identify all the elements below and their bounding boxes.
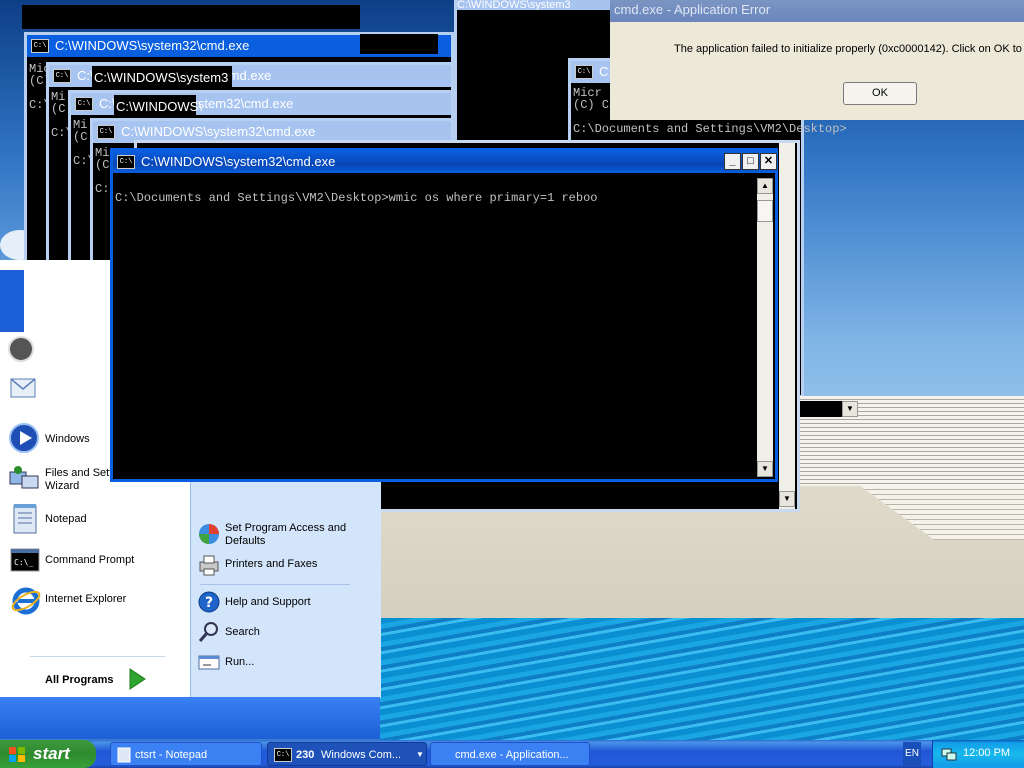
task-notepad[interactable]: ctsrt - Notepad xyxy=(110,742,262,766)
maximize-button[interactable]: □ xyxy=(742,153,759,170)
wallpaper-sea xyxy=(380,618,1024,740)
window-remnant xyxy=(22,5,360,29)
help-icon: ? xyxy=(198,591,220,613)
start-item-label: Internet Explorer xyxy=(45,593,127,605)
remnant-title: C:\WINDOWS\ xyxy=(116,99,202,114)
menu-divider xyxy=(200,584,350,585)
svg-text:C:\_: C:\_ xyxy=(14,558,33,567)
task-console-group[interactable]: C:\ 230 Windows Com... ▼ xyxy=(267,742,427,766)
cmd-title-text: C:\WINDOWS\system3 xyxy=(457,0,571,10)
task-label: Windows Com... xyxy=(321,749,402,761)
program-access-icon xyxy=(199,524,219,544)
task-app-error[interactable]: cmd.exe - Application... xyxy=(430,742,590,766)
start-item-label: Windows xyxy=(45,433,90,445)
window-remnant xyxy=(360,34,438,54)
notepad-icon xyxy=(13,504,37,534)
scrollbar[interactable]: ▼ xyxy=(779,143,795,509)
clock[interactable]: 12:00 PM xyxy=(963,747,1010,759)
ok-button[interactable]: OK xyxy=(843,82,917,105)
console-icon: C:\ xyxy=(117,154,135,169)
console-command: C:\Documents and Settings\VM2\Desktop>wm… xyxy=(115,191,598,205)
all-programs-button[interactable]: All Programs xyxy=(45,667,155,691)
task-count: 230 xyxy=(296,749,315,761)
printer-icon xyxy=(199,555,219,576)
start-item-label: Defaults xyxy=(225,535,266,547)
svg-text:?: ? xyxy=(205,595,213,611)
network-icon[interactable] xyxy=(941,746,957,762)
start-item-label: Notepad xyxy=(45,513,87,525)
scroll-down-icon[interactable]: ▼ xyxy=(779,491,795,507)
start-item-label: Set Program Access and xyxy=(225,522,347,534)
windows-logo-icon xyxy=(9,747,25,762)
all-programs-label: All Programs xyxy=(45,674,114,686)
start-item-label: Run... xyxy=(225,656,255,668)
scrollbar[interactable]: ▲ ▼ xyxy=(757,178,773,477)
error-message: The application failed to initialize pro… xyxy=(674,43,1024,55)
run-icon xyxy=(198,655,220,670)
cmd-window-title[interactable]: C:\WINDOWS\system3 xyxy=(457,0,611,10)
console-icon: C:\ xyxy=(274,748,292,762)
menu-divider xyxy=(30,656,165,657)
cmd-window-active[interactable]: C:\ C:\WINDOWS\system32\cmd.exe _ □ ✕ C:\… xyxy=(110,148,778,482)
internet-explorer-icon xyxy=(11,587,41,615)
start-item-label: Help and Support xyxy=(225,596,311,608)
cmd-title-text: C:\WINDOWS\system32\cmd.exe xyxy=(55,38,250,53)
notepad-icon xyxy=(117,747,131,763)
task-label: ctsrt - Notepad xyxy=(135,749,208,761)
console-icon: C:\ xyxy=(53,68,71,83)
transfer-wizard-icon xyxy=(9,466,39,489)
start-item-label: Command Prompt xyxy=(45,554,135,566)
chevron-down-icon: ▼ xyxy=(416,750,424,759)
msn-icon[interactable] xyxy=(8,336,34,362)
scroll-thumb[interactable] xyxy=(757,200,773,222)
start-item-label: Wizard xyxy=(45,480,80,492)
user-picture-edge xyxy=(0,270,24,332)
media-player-icon xyxy=(9,423,39,453)
search-icon xyxy=(198,622,218,642)
outlook-express-icon[interactable] xyxy=(8,372,38,402)
start-label: start xyxy=(33,744,70,763)
cmd-title-text: C:\WINDOWS\system32\cmd.exe xyxy=(121,124,316,139)
task-label: cmd.exe - Application... xyxy=(455,749,569,761)
error-dialog-title[interactable]: cmd.exe - Application Error xyxy=(610,0,1024,22)
cmd-window-title[interactable]: C:\ C:\WINDOWS\system32\cmd.exe xyxy=(113,151,775,173)
command-prompt-icon: C:\_ xyxy=(10,548,40,572)
console-icon: C:\ xyxy=(31,38,49,53)
error-dialog: cmd.exe - Application Error The applicat… xyxy=(610,0,1024,120)
scroll-down-icon[interactable]: ▼ xyxy=(757,461,773,477)
console-icon: C:\ xyxy=(575,64,593,79)
minimize-button[interactable]: _ xyxy=(724,153,741,170)
console-icon: C:\ xyxy=(97,124,115,139)
system-tray: 12:00 PM xyxy=(932,740,1024,768)
dropdown-arrow-icon[interactable]: ▼ xyxy=(842,401,858,417)
language-indicator[interactable]: EN xyxy=(903,742,921,766)
start-button[interactable]: start xyxy=(0,740,96,768)
cmd-title-text: C:\WINDOWS\system32\cmd.exe xyxy=(141,154,336,169)
remnant-title: C:\WINDOWS\system3 xyxy=(94,70,229,85)
start-item-label: Search xyxy=(225,626,260,638)
console-icon: C:\ xyxy=(75,96,93,111)
close-button[interactable]: ✕ xyxy=(760,153,777,170)
start-menu-footer xyxy=(0,697,380,739)
scroll-up-icon[interactable]: ▲ xyxy=(757,178,773,194)
start-item-label: Printers and Faxes xyxy=(225,558,318,570)
arrow-right-icon xyxy=(129,668,146,690)
start-item-label: Files and Sett xyxy=(45,467,113,479)
